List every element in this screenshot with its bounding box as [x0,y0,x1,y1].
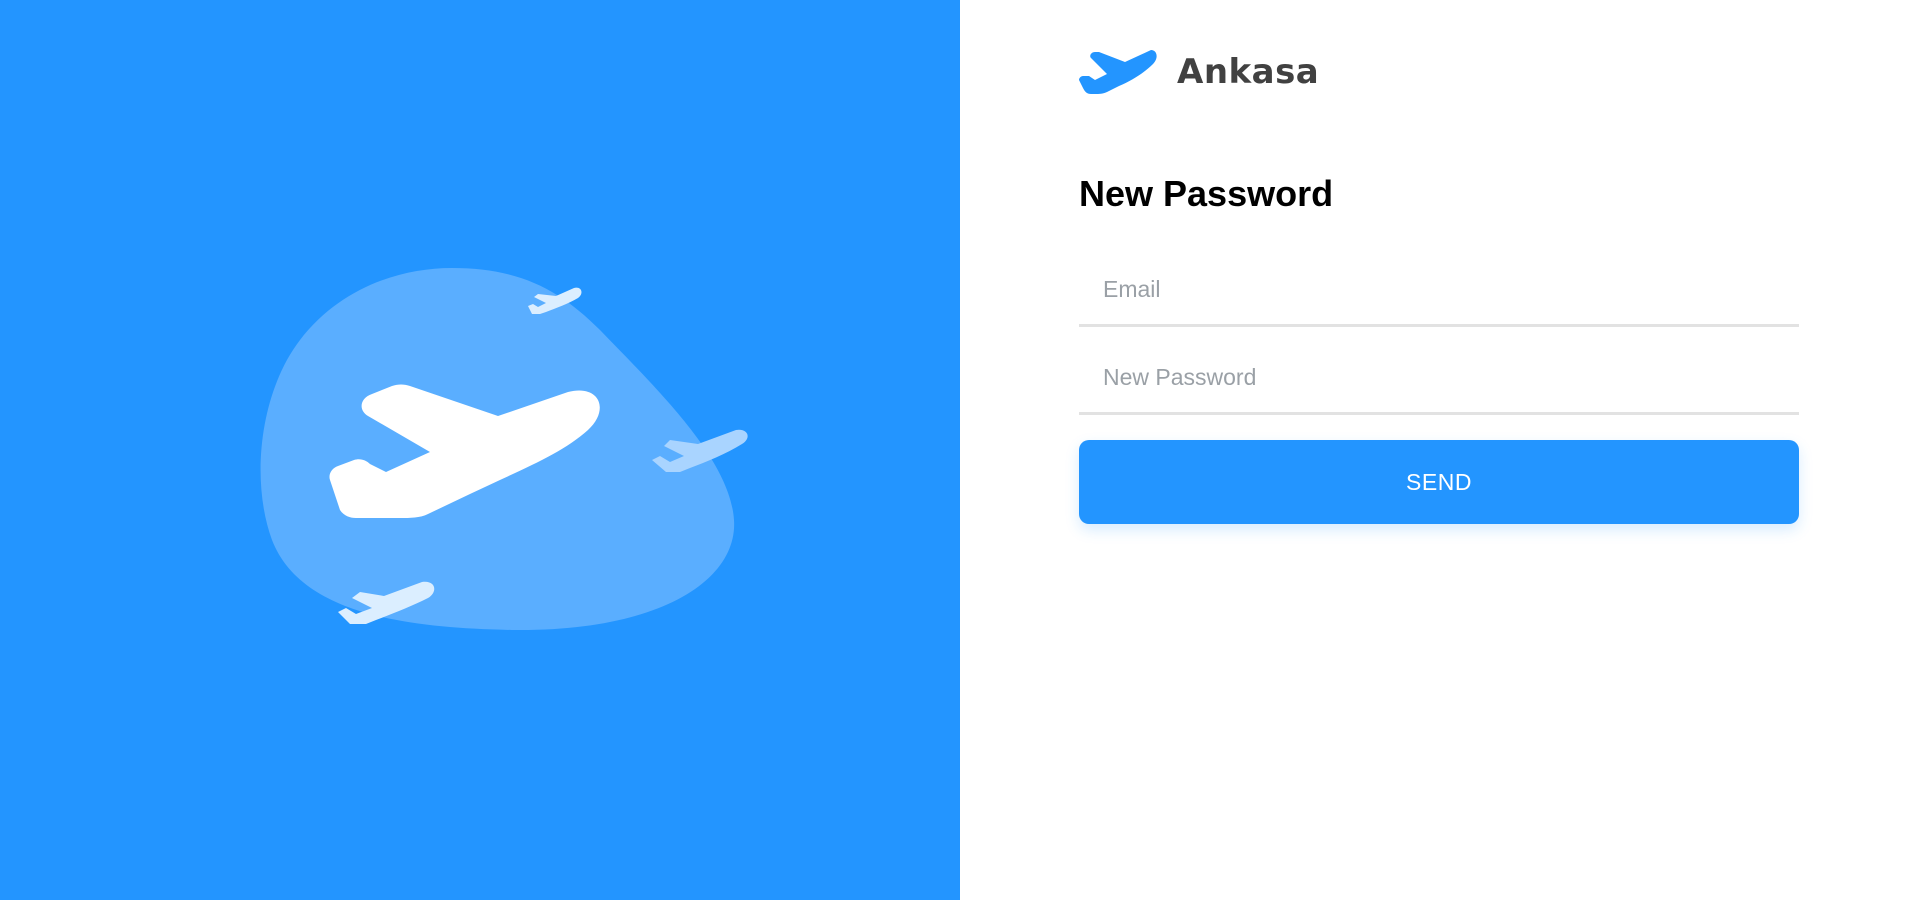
auth-panel: Ankasa New Password SEND [960,0,1920,900]
plane-icon [1079,44,1157,100]
send-button[interactable]: SEND [1079,440,1799,524]
hero-panel [0,0,960,900]
new-password-field-wrapper [1079,343,1799,415]
brand-logo[interactable]: Ankasa [1079,44,1319,100]
brand-name: Ankasa [1177,52,1320,92]
hero-illustration [260,268,748,631]
reset-password-page: Ankasa New Password SEND [0,0,1920,900]
new-password-field[interactable] [1079,343,1799,412]
email-field-wrapper [1079,255,1799,327]
page-title: New Password [1079,173,1334,214]
email-field[interactable] [1079,255,1799,324]
